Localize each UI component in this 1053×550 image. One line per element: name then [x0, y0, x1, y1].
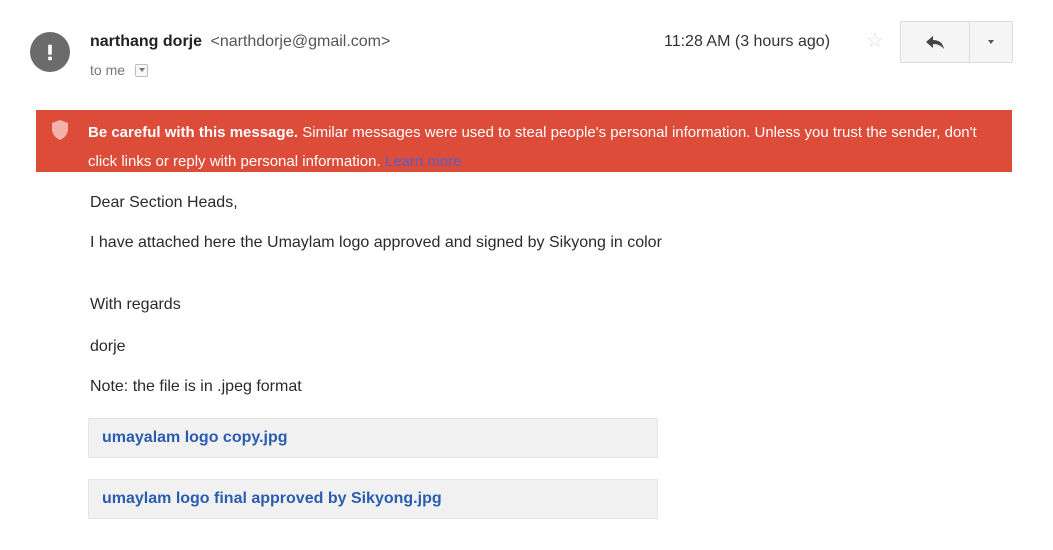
message-timestamp: 11:28 AM (3 hours ago): [664, 33, 831, 50]
attachment-item[interactable]: umayalam logo copy.jpg: [88, 418, 658, 458]
reply-button[interactable]: [900, 21, 970, 63]
warning-exclamation-icon: [48, 44, 52, 61]
learn-more-link[interactable]: Learn more: [385, 153, 462, 170]
signature-text: dorje: [90, 338, 126, 355]
recipient-label: to me: [90, 62, 126, 78]
chevron-down-icon: [988, 40, 994, 44]
sender-avatar[interactable]: [30, 32, 70, 72]
more-actions-button[interactable]: [970, 21, 1013, 63]
body-line: I have attached here the Umaylam logo ap…: [90, 234, 662, 251]
warning-title: Be careful with this message.: [88, 124, 299, 141]
message-actions: [900, 21, 1013, 63]
phishing-warning-banner: Be careful with this message. Similar me…: [36, 110, 1012, 172]
attachment-item[interactable]: umaylam logo final approved by Sikyong.j…: [88, 479, 658, 519]
attachment-name[interactable]: umayalam logo copy.jpg: [102, 429, 288, 447]
shield-icon: [52, 120, 68, 140]
sender-email: <narthdorje@gmail.com>: [210, 33, 391, 50]
recipient-details-toggle[interactable]: [135, 63, 149, 77]
regards-text: With regards: [90, 296, 181, 313]
note-text: Note: the file is in .jpeg format: [90, 378, 302, 395]
attachment-name[interactable]: umaylam logo final approved by Sikyong.j…: [102, 490, 442, 508]
recipient-line: to me: [90, 62, 149, 78]
greeting-text: Dear Section Heads,: [90, 194, 238, 211]
sender-name[interactable]: narthang dorje: [90, 33, 202, 50]
reply-arrow-icon: [926, 36, 944, 49]
sender-line: narthang dorje <narthdorje@gmail.com>: [90, 33, 390, 51]
email-view: narthang dorje <narthdorje@gmail.com> to…: [0, 0, 1053, 550]
star-icon[interactable]: ☆: [866, 31, 884, 51]
